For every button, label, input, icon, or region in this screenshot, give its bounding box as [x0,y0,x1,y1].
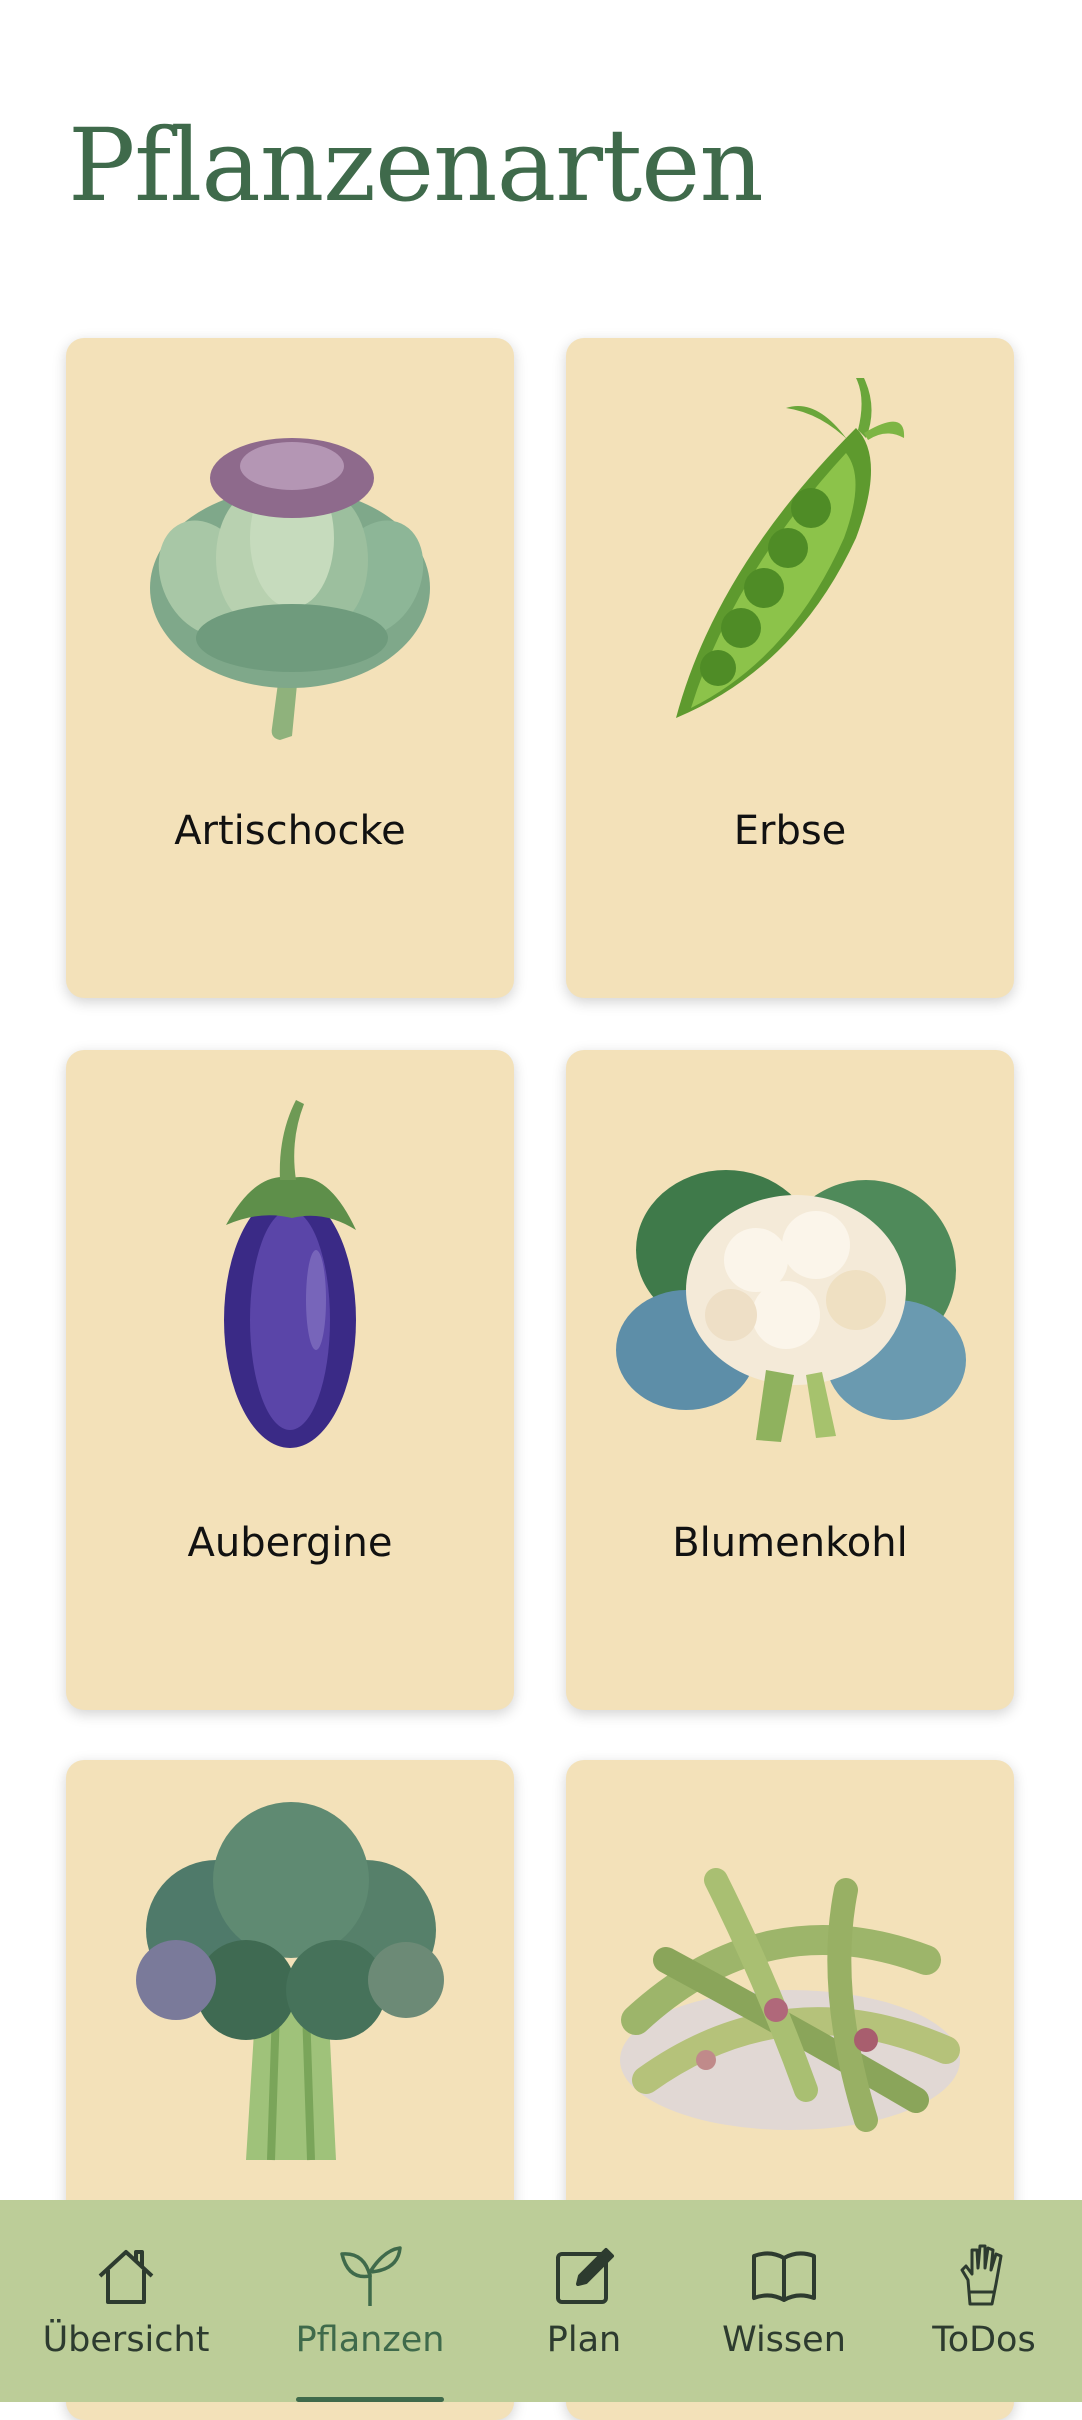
page-title: Pflanzenarten [68,107,764,224]
nav-item-plan[interactable]: Plan [476,2200,692,2402]
pea-pod-image [566,338,1014,858]
plant-card-aubergine[interactable]: Aubergine [66,1050,514,1710]
plant-card-blumenkohl[interactable]: Blumenkohl [566,1050,1014,1710]
plant-card-label: Artischocke [174,808,406,854]
nav-label: Plan [546,2320,622,2360]
nav-label: Übersicht [42,2320,210,2360]
nav-label: ToDos [932,2320,1036,2360]
book-icon [748,2240,820,2312]
active-tab-indicator [296,2397,444,2402]
plant-card-label: Blumenkohl [672,1520,908,1566]
bottom-navigation: Übersicht Pflanzen Plan Wissen ToDos [0,2200,1082,2402]
plant-card-erbse[interactable]: Erbse [566,338,1014,998]
artichoke-image [66,338,514,858]
plant-card-artischocke[interactable]: Artischocke [66,338,514,998]
gloves-icon [948,2240,1020,2312]
home-icon [90,2240,162,2312]
nav-item-todos[interactable]: ToDos [876,2200,1082,2402]
eggplant-image [66,1050,514,1570]
plant-card-label: Aubergine [187,1520,393,1566]
nav-item-uebersicht[interactable]: Übersicht [18,2200,234,2402]
sprout-icon [334,2240,406,2312]
nav-label: Wissen [722,2320,846,2360]
nav-item-pflanzen[interactable]: Pflanzen [262,2200,478,2402]
edit-icon [548,2240,620,2312]
nav-label: Pflanzen [295,2320,445,2360]
plant-card-label: Erbse [733,808,847,854]
nav-item-wissen[interactable]: Wissen [676,2200,892,2402]
cauliflower-image [566,1050,1014,1570]
